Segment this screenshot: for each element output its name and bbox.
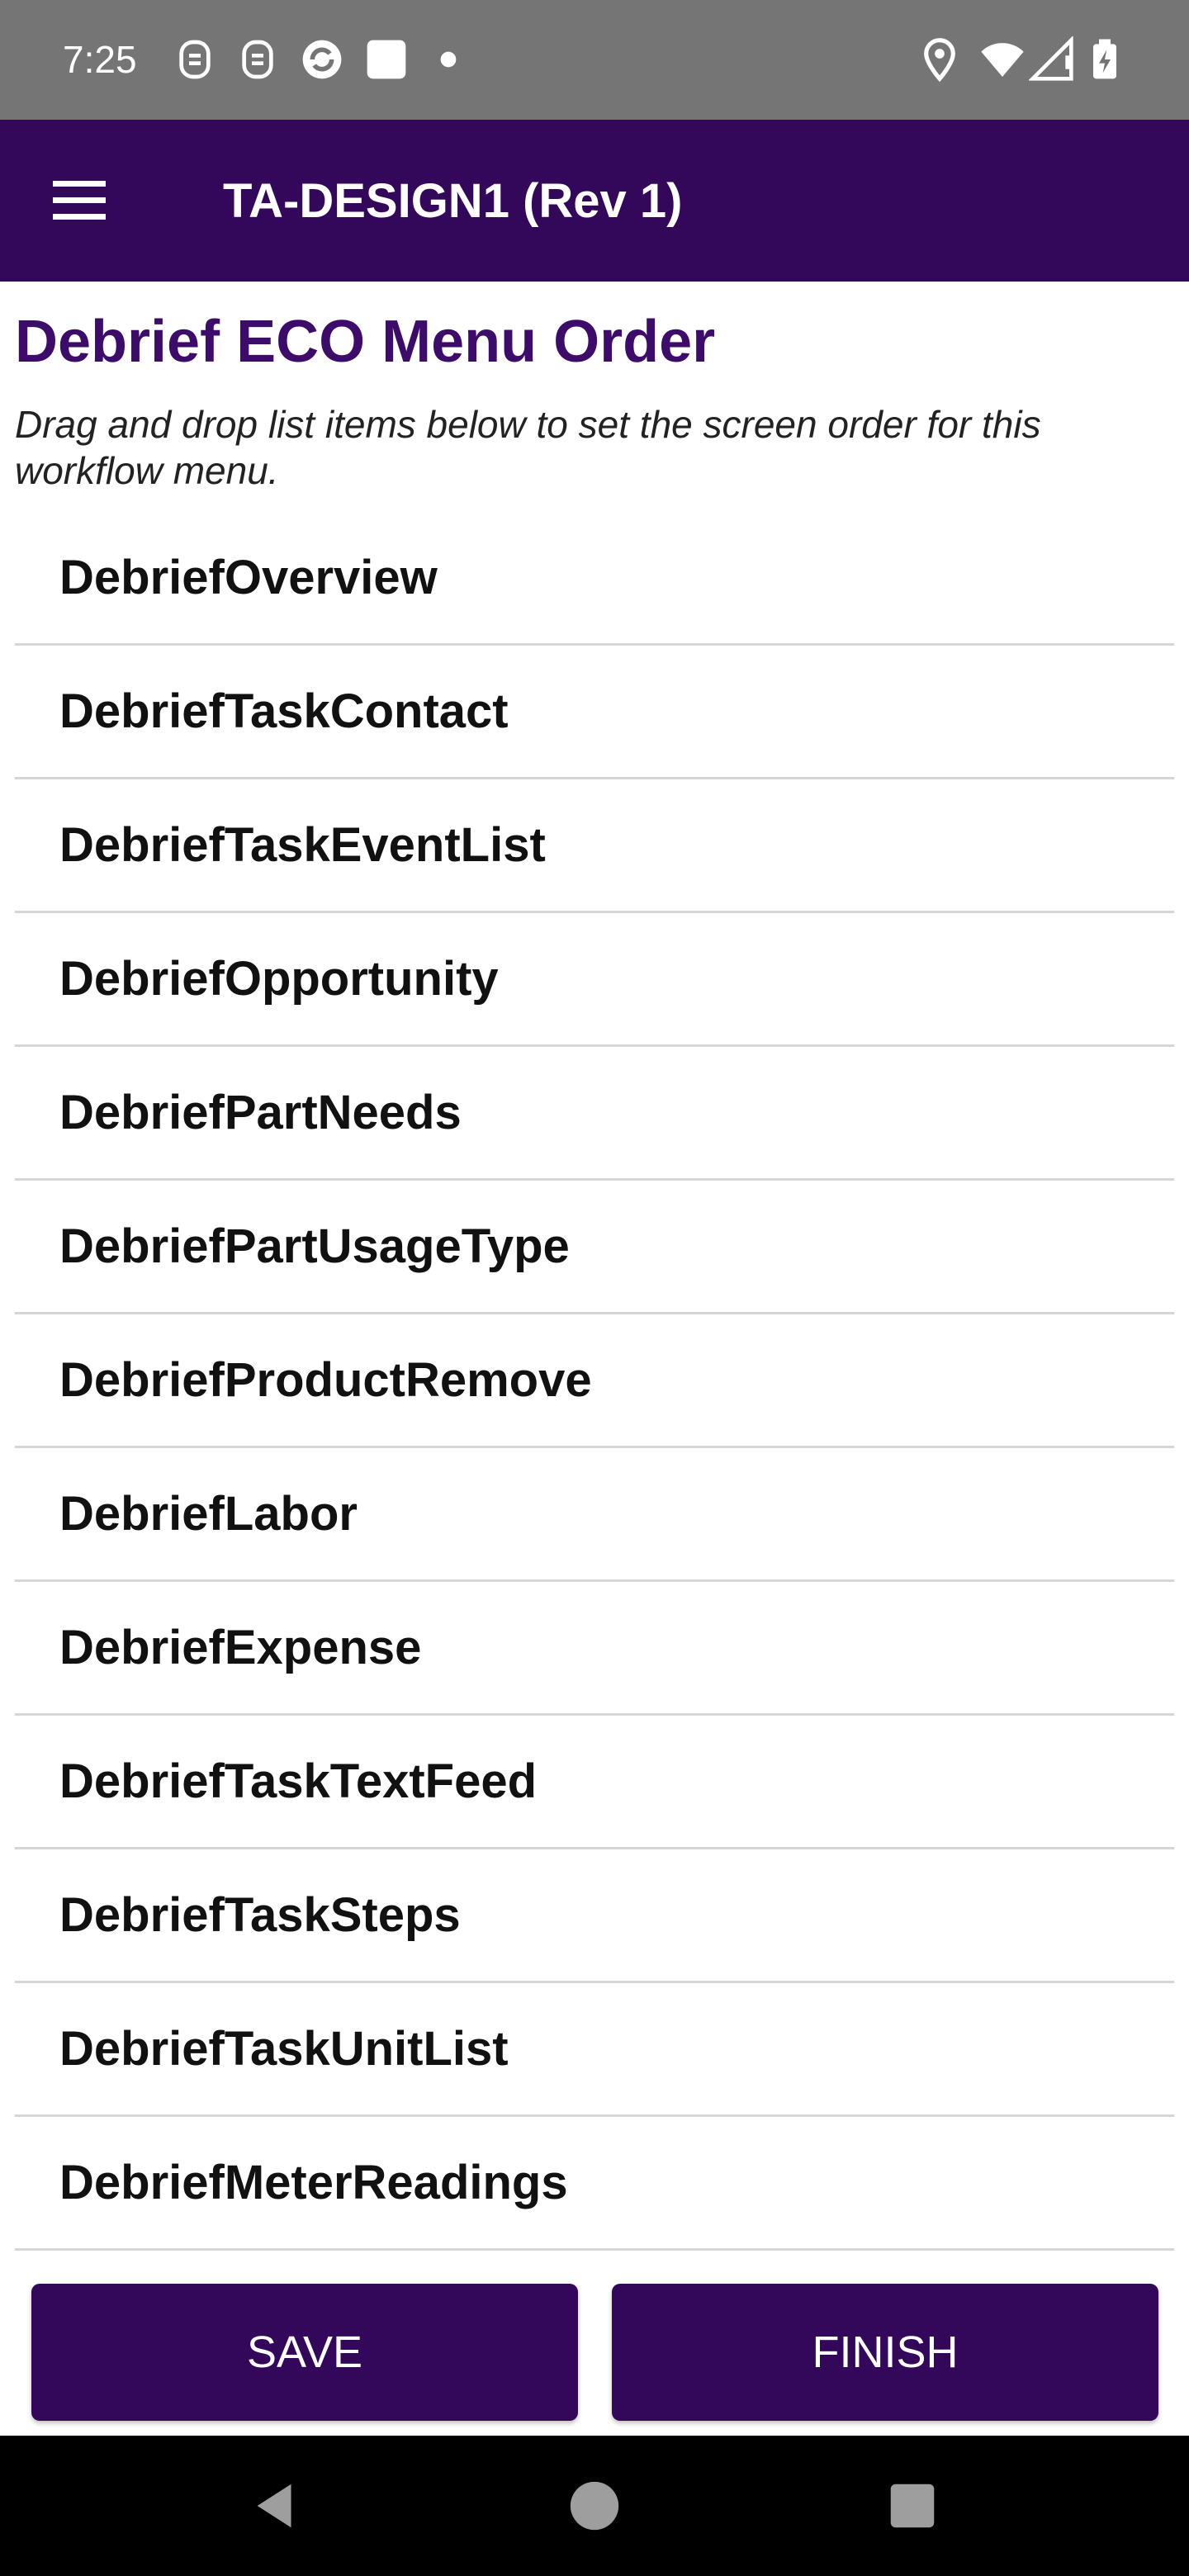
list-item-label: DebriefTaskEventList	[59, 818, 546, 872]
list-item-debrief-part-needs[interactable]: DebriefPartNeeds	[15, 1047, 1174, 1181]
list-item-label: DebriefPartUsageType	[59, 1219, 570, 1273]
notification-icon	[172, 36, 218, 83]
list-item-debrief-task-steps[interactable]: DebriefTaskSteps	[15, 1849, 1174, 1983]
list-item-debrief-expense[interactable]: DebriefExpense	[15, 1582, 1174, 1716]
finish-button[interactable]: FINISH	[612, 2284, 1158, 2421]
list-item-label: DebriefProductRemove	[59, 1353, 592, 1407]
list-item-label: DebriefOverview	[59, 551, 438, 604]
list-item-label: DebriefExpense	[59, 1621, 422, 1674]
status-time: 7:25	[63, 38, 137, 81]
save-button[interactable]: SAVE	[31, 2284, 578, 2421]
dot-icon	[436, 36, 461, 83]
list-item-label: DebriefTaskSteps	[59, 1888, 461, 1942]
list-item-label: DebriefLabor	[59, 1487, 358, 1541]
list-item-debrief-overview[interactable]: DebriefOverview	[15, 512, 1174, 646]
list-item-debrief-task-contact[interactable]: DebriefTaskContact	[15, 646, 1174, 779]
list-item-debrief-product-remove[interactable]: DebriefProductRemove	[15, 1314, 1174, 1448]
app-title: TA-DESIGN1 (Rev 1)	[223, 174, 683, 228]
list-item-debrief-task-text-feed[interactable]: DebriefTaskTextFeed	[15, 1716, 1174, 1849]
hamburger-menu-icon[interactable]	[50, 174, 109, 227]
list-item-label: DebriefTaskUnitList	[59, 2022, 509, 2076]
list-item-label: DebriefTaskTextFeed	[59, 1754, 538, 1808]
signal-icon	[1029, 36, 1075, 83]
list-item-debrief-part-usage-type[interactable]: DebriefPartUsageType	[15, 1181, 1174, 1314]
page-description: Drag and drop list items below to set th…	[15, 403, 1041, 492]
location-icon	[917, 36, 963, 83]
list-item-label: DebriefMeterReadings	[59, 2156, 568, 2209]
list-item-debrief-meter-readings[interactable]: DebriefMeterReadings	[15, 2117, 1174, 2251]
battery-charging-icon	[1082, 36, 1128, 83]
menu-order-list: DebriefOverview DebriefTaskContact Debri…	[15, 512, 1174, 2251]
page-title: Debrief ECO Menu Order	[15, 309, 716, 375]
wifi-icon	[979, 36, 1026, 83]
notification-icon	[234, 36, 281, 83]
list-item-debrief-task-event-list[interactable]: DebriefTaskEventList	[15, 779, 1174, 913]
list-item-debrief-task-unit-list[interactable]: DebriefTaskUnitList	[15, 1983, 1174, 2117]
app-bar: TA-DESIGN1 (Rev 1)	[0, 120, 1189, 282]
list-item-debrief-labor[interactable]: DebriefLabor	[15, 1448, 1174, 1582]
status-bar: 7:25	[0, 0, 1189, 120]
list-item-label: DebriefOpportunity	[59, 952, 499, 1006]
list-item-label: DebriefTaskContact	[59, 684, 509, 738]
list-item-debrief-opportunity[interactable]: DebriefOpportunity	[15, 913, 1174, 1047]
sync-icon	[299, 36, 345, 83]
system-nav-bar	[0, 2436, 1189, 2576]
square-icon	[363, 36, 410, 83]
home-icon[interactable]	[566, 2477, 623, 2535]
recents-icon[interactable]	[883, 2477, 941, 2535]
list-item-label: DebriefPartNeeds	[59, 1086, 462, 1139]
back-icon[interactable]	[248, 2477, 306, 2535]
